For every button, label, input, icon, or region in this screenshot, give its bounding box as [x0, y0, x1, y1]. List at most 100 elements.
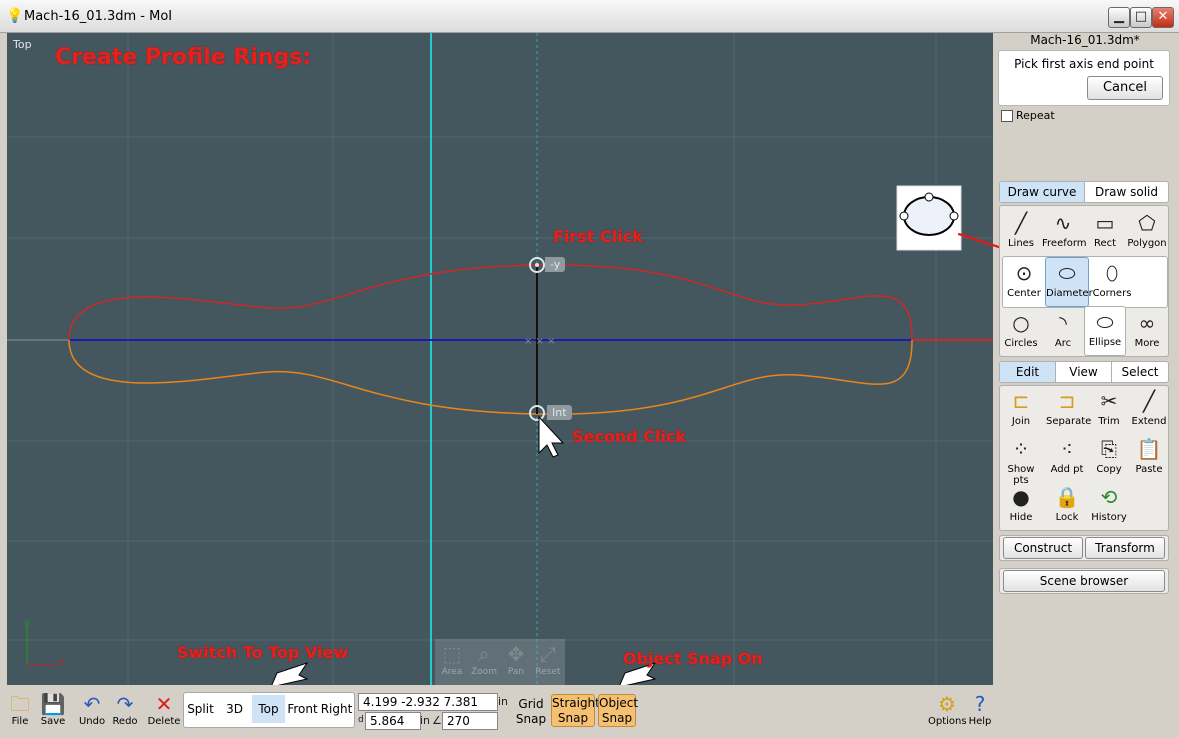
- paste-icon: 📋: [1136, 437, 1162, 461]
- distance-unit: in: [420, 714, 431, 727]
- zoom-icon: ⌕: [478, 642, 490, 666]
- tool-rect[interactable]: ▭ Rect: [1084, 208, 1126, 256]
- y-axis-label: y: [24, 618, 30, 629]
- options-button[interactable]: ⚙ Options: [928, 692, 967, 727]
- tool-freeform[interactable]: ∿ Freeform: [1042, 208, 1087, 256]
- maximize-button[interactable]: □: [1130, 7, 1152, 28]
- rect-icon: ▭: [1095, 211, 1115, 235]
- lightbulb-icon: 💡: [6, 8, 24, 24]
- arc-icon: ◝: [1059, 311, 1067, 335]
- undo-button[interactable]: ↶ Undo: [75, 692, 109, 727]
- lock-icon: 🔒: [1054, 485, 1080, 509]
- save-button[interactable]: 💾 Save: [36, 692, 70, 727]
- tab-edit[interactable]: Edit: [1000, 362, 1056, 382]
- view-right-button[interactable]: Right: [320, 695, 353, 723]
- close-button[interactable]: ✕: [1152, 7, 1174, 28]
- repeat-checkbox[interactable]: Repeat: [1001, 109, 1055, 122]
- tool-hide[interactable]: ● Hide: [1000, 482, 1042, 530]
- object-snap-annotation: Object Snap On: [623, 649, 763, 668]
- extend-icon: ╱: [1142, 389, 1156, 413]
- tab-draw-solid[interactable]: Draw solid: [1085, 182, 1168, 202]
- tool-lines[interactable]: ╱ Lines: [1000, 208, 1042, 256]
- tool-more[interactable]: ∞ More: [1126, 308, 1168, 356]
- view-3d-button[interactable]: 3D: [218, 695, 251, 723]
- copy-icon: ⎘: [1101, 437, 1117, 461]
- file-button[interactable]: 🗀 File: [3, 692, 37, 727]
- viewport-label: Top: [13, 38, 32, 51]
- tool-add-pt[interactable]: ⁖ Add pt: [1046, 434, 1088, 482]
- tool-trim[interactable]: ✂ Trim: [1088, 386, 1130, 434]
- tool-show-pts[interactable]: ⁘ Show pts: [1000, 434, 1042, 486]
- hide-icon: ●: [1012, 485, 1030, 509]
- tool-diameter[interactable]: ⬭ Diameter: [1045, 257, 1093, 307]
- scissors-icon: ✂: [1100, 389, 1118, 413]
- grid-lines: [7, 33, 993, 685]
- top-viewport[interactable]: × × × Top Create Profile Rings: First Cl…: [7, 33, 993, 685]
- help-button[interactable]: ? Help: [966, 692, 994, 727]
- tab-view[interactable]: View: [1056, 362, 1112, 382]
- diameter-ellipse-icon: ⬭: [1058, 261, 1076, 285]
- view-top-button[interactable]: Top: [252, 695, 285, 723]
- tool-extend[interactable]: ╱ Extend: [1128, 386, 1170, 434]
- pointer-arrow-top-view: [271, 662, 309, 685]
- scene-browser-group: Scene browser: [999, 568, 1169, 594]
- area-icon: ⬚: [442, 642, 462, 666]
- tool-join[interactable]: ⊏ Join: [1000, 386, 1042, 434]
- history-icon: ⟲: [1100, 485, 1118, 509]
- zoom-button[interactable]: ⌕ Zoom: [469, 641, 499, 683]
- view-split-button[interactable]: Split: [184, 695, 217, 723]
- view-nav-box: ⬚ Area ⌕ Zoom ✥ Pan ⤢ Reset: [435, 639, 565, 685]
- angle-input[interactable]: 270: [442, 712, 498, 730]
- upper-profile-curve: [68, 264, 913, 341]
- draw-tabs: Draw curve Draw solid: [999, 181, 1169, 203]
- draw-tools-area: ╱ Lines ∿ Freeform ▭ Rect ⬠ Polygon ⊙ Center …: [999, 205, 1169, 357]
- construct-button[interactable]: Construct: [1003, 537, 1083, 559]
- tool-copy[interactable]: ⎘ Copy: [1088, 434, 1130, 482]
- scene-browser-button[interactable]: Scene browser: [1003, 570, 1165, 592]
- tab-draw-curve[interactable]: Draw curve: [1000, 182, 1085, 202]
- coord-unit: in: [498, 695, 509, 708]
- view-front-button[interactable]: Front: [286, 695, 319, 723]
- distance-input[interactable]: 5.864: [365, 712, 421, 730]
- tool-separate[interactable]: ⊐ Separate: [1046, 386, 1091, 434]
- tool-arc[interactable]: ◝ Arc: [1042, 308, 1084, 356]
- pan-button[interactable]: ✥ Pan: [501, 641, 531, 683]
- heading-annotation: Create Profile Rings:: [55, 45, 312, 70]
- minimize-button[interactable]: ▁: [1108, 7, 1130, 28]
- straight-snap-button[interactable]: Straight Snap: [551, 694, 600, 727]
- center-ellipse-icon: ⊙: [1015, 261, 1033, 285]
- tool-paste[interactable]: 📋 Paste: [1128, 434, 1170, 482]
- transform-button[interactable]: Transform: [1085, 537, 1165, 559]
- polygon-icon: ⬠: [1138, 211, 1156, 235]
- ellipse-subtools: ⊙ Center ⬭ Diameter ⬯ Corners: [1002, 256, 1168, 308]
- reset-button[interactable]: ⤢ Reset: [533, 641, 563, 683]
- tool-history[interactable]: ⟲ History: [1088, 482, 1130, 530]
- snap-tag-bottom: Int: [547, 405, 572, 420]
- lower-profile-curve: [68, 339, 913, 415]
- corners-ellipse-icon: ⬯: [1105, 261, 1119, 285]
- grid-snap-button[interactable]: Grid Snap: [514, 697, 548, 727]
- tool-polygon[interactable]: ⬠ Polygon: [1126, 208, 1168, 256]
- tool-center[interactable]: ⊙ Center: [1003, 258, 1045, 306]
- tool-lock[interactable]: 🔒 Lock: [1046, 482, 1088, 530]
- area-zoom-button[interactable]: ⬚ Area: [437, 641, 467, 683]
- command-prompt-box: Pick first axis end point Cancel: [998, 50, 1170, 106]
- object-snap-button[interactable]: Object Snap: [598, 694, 638, 727]
- show-points-icon: ⁘: [1012, 437, 1030, 461]
- tool-corners[interactable]: ⬯ Corners: [1091, 258, 1133, 306]
- cancel-button[interactable]: Cancel: [1087, 76, 1163, 100]
- checkbox-icon: [1001, 110, 1013, 122]
- tab-select[interactable]: Select: [1112, 362, 1168, 382]
- view-switcher: Split 3D Top Front Right: [183, 692, 355, 728]
- lines-icon: ╱: [1014, 211, 1028, 235]
- tool-ellipse[interactable]: ⬭ Ellipse: [1084, 306, 1126, 356]
- tool-circles[interactable]: ○ Circles: [1000, 308, 1042, 356]
- delete-button[interactable]: ✕ Delete: [147, 692, 181, 727]
- title-bar: 💡 Mach-16_01.3dm - MoI ▁ □ ✕: [0, 0, 1179, 33]
- bottom-toolbar: 🗀 File 💾 Save ↶ Undo ↷ Redo ✕ Delete Split 3D…: [0, 686, 1179, 738]
- svg-text:× × ×: × × ×: [524, 336, 556, 347]
- coordinate-input[interactable]: 4.199 -2.932 7.381: [358, 693, 498, 711]
- redo-button[interactable]: ↷ Redo: [108, 692, 142, 727]
- join-icon: ⊏: [1012, 389, 1030, 413]
- delete-x-icon: ✕: [155, 692, 173, 716]
